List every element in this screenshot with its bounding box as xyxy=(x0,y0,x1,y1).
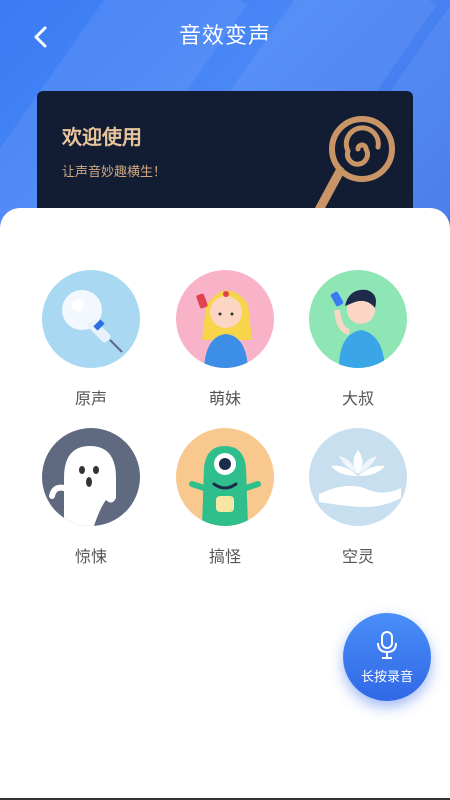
ghost-icon xyxy=(42,428,140,526)
banner-subtitle: 让声音妙趣横生！ xyxy=(62,165,167,180)
record-button[interactable]: 长按录音 xyxy=(343,613,431,701)
effect-label: 搞怪 xyxy=(208,547,241,566)
lotus-hand-icon xyxy=(309,428,407,526)
effect-label: 空灵 xyxy=(341,547,374,566)
effect-horror[interactable]: 惊悚 xyxy=(31,428,151,567)
effect-label: 大叔 xyxy=(341,389,374,408)
record-label: 长按录音 xyxy=(360,669,413,685)
effect-uncle[interactable]: 大叔 xyxy=(298,270,418,409)
man-avatar-icon xyxy=(309,270,407,368)
girl-avatar-icon xyxy=(176,270,274,368)
effect-funny[interactable]: 搞怪 xyxy=(165,428,285,567)
microphone-icon xyxy=(377,630,397,659)
effect-cute-girl[interactable]: 萌妹 xyxy=(165,270,285,409)
microphone-icon xyxy=(42,270,140,368)
effect-ethereal[interactable]: 空灵 xyxy=(298,428,418,567)
effect-label: 原声 xyxy=(74,389,107,408)
monster-icon xyxy=(176,428,274,526)
effect-label: 萌妹 xyxy=(208,389,241,408)
effect-original[interactable]: 原声 xyxy=(31,270,151,409)
banner-title: 欢迎使用 xyxy=(62,125,142,149)
page-title: 音效变声 xyxy=(178,24,271,49)
effect-label: 惊悚 xyxy=(74,547,107,566)
lollipop-icon xyxy=(308,116,395,223)
